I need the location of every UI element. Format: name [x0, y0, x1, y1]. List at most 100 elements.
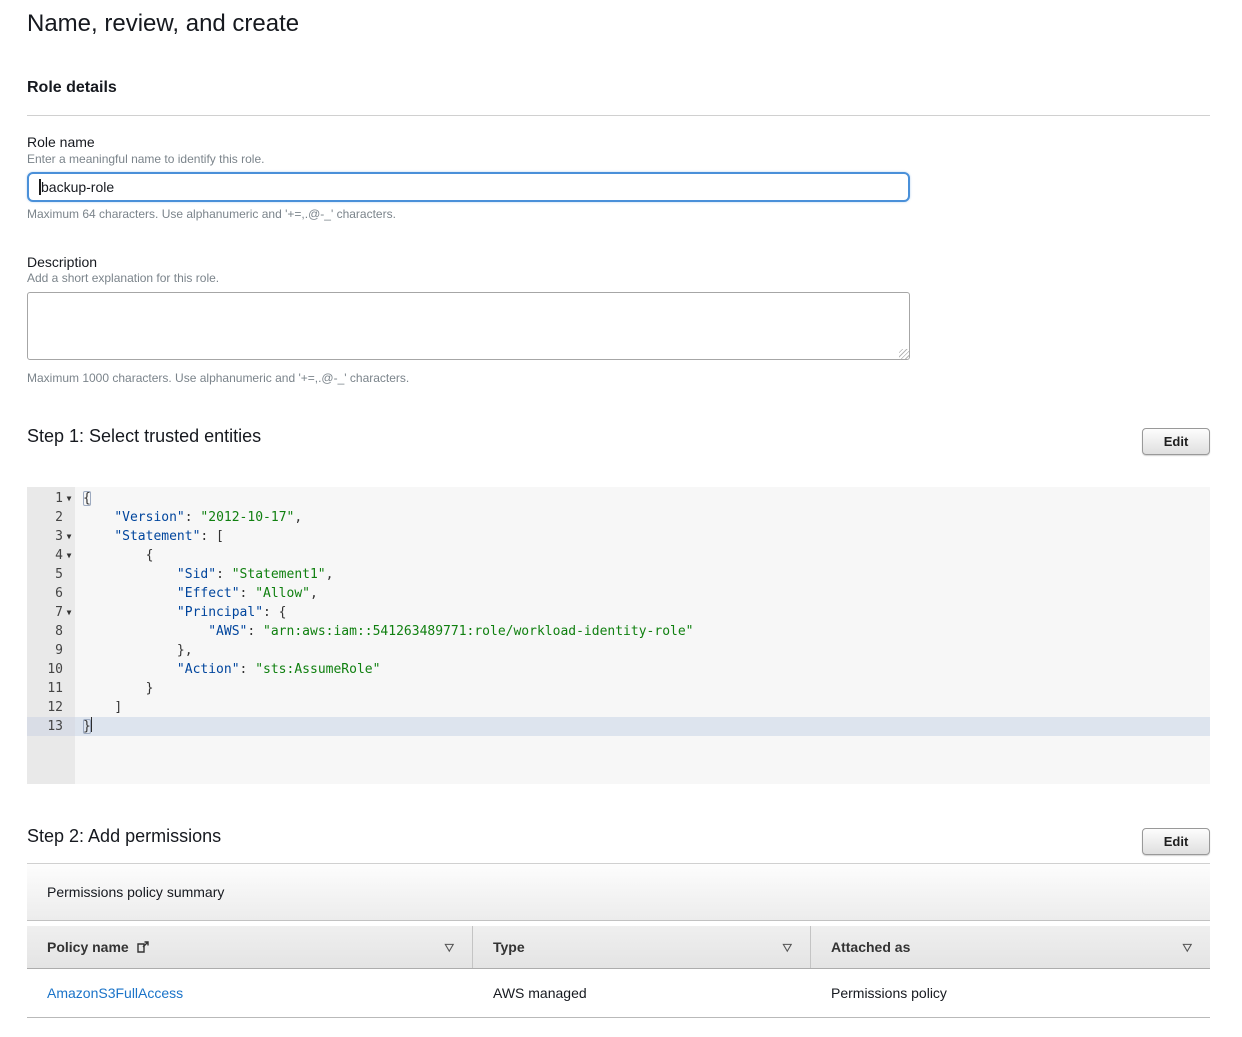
- gutter-cell: 1▼: [27, 489, 75, 508]
- code-line[interactable]: 1▼ {: [27, 489, 1210, 508]
- fold-caret-icon[interactable]: ▼: [63, 603, 75, 622]
- code-token: "Action": [177, 662, 240, 677]
- description-constraint: Maximum 1000 characters. Use alphanumeri…: [27, 371, 409, 385]
- code-token: "sts:AssumeRole": [255, 662, 380, 677]
- code-token: "AWS": [208, 624, 247, 639]
- code-token: "Sid": [177, 567, 216, 582]
- gutter-cell: 6: [27, 584, 75, 603]
- code-token: ,: [294, 510, 302, 525]
- code-line[interactable]: 8 "AWS": "arn:aws:iam::541263489771:role…: [27, 622, 1210, 641]
- divider: [27, 115, 1210, 116]
- code-token: :: [185, 510, 201, 525]
- code-line[interactable]: 6 "Effect": "Allow",: [27, 584, 1210, 603]
- policy-name-link[interactable]: AmazonS3FullAccess: [47, 985, 183, 1001]
- code-text: },: [75, 641, 1210, 660]
- line-number: 5: [55, 565, 63, 584]
- code-text: "AWS": "arn:aws:iam::541263489771:role/w…: [75, 622, 1210, 641]
- role-name-value: backup-role: [41, 179, 114, 195]
- column-header-attached-as[interactable]: Attached as ▽: [810, 926, 1210, 968]
- code-line[interactable]: 13}: [27, 717, 1210, 736]
- column-header-label: Policy name: [47, 939, 129, 955]
- code-line[interactable]: 11 }: [27, 679, 1210, 698]
- column-header-policy-name[interactable]: Policy name ▽: [27, 926, 472, 968]
- gutter-cell: 5: [27, 565, 75, 584]
- code-line[interactable]: 3▼ "Statement": [: [27, 527, 1210, 546]
- role-name-constraint: Maximum 64 characters. Use alphanumeric …: [27, 207, 396, 221]
- sort-icon[interactable]: ▽: [445, 941, 454, 953]
- code-text: "Principal": {: [75, 603, 1210, 622]
- description-label: Description: [27, 254, 97, 270]
- code-token: "Version": [114, 510, 184, 525]
- code-text: {: [75, 546, 1210, 565]
- description-textarea[interactable]: [27, 292, 910, 360]
- code-line[interactable]: 9 },: [27, 641, 1210, 660]
- code-token: {: [146, 548, 154, 563]
- panel-title: Permissions policy summary: [47, 884, 224, 900]
- line-number: 9: [55, 641, 63, 660]
- code-token: :: [216, 567, 232, 582]
- line-number: 3: [55, 527, 63, 546]
- trust-policy-editor[interactable]: 1▼{2 "Version": "2012-10-17",3▼ "Stateme…: [27, 487, 1210, 784]
- code-token: "Statement1": [232, 567, 326, 582]
- description-help: Add a short explanation for this role.: [27, 271, 219, 285]
- code-line[interactable]: 5 "Sid": "Statement1",: [27, 565, 1210, 584]
- gutter-cell: 9: [27, 641, 75, 660]
- fold-caret-icon[interactable]: ▼: [63, 489, 75, 508]
- code-token: }: [146, 681, 154, 696]
- page-title: Name, review, and create: [27, 10, 299, 38]
- table-row: AmazonS3FullAccess AWS managed Permissio…: [27, 969, 1210, 1018]
- role-name-input[interactable]: backup-role: [27, 172, 910, 202]
- sort-icon[interactable]: ▽: [1183, 941, 1192, 953]
- gutter-cell: 7▼: [27, 603, 75, 622]
- code-token: ]: [114, 700, 122, 715]
- resize-handle-icon[interactable]: [899, 349, 909, 359]
- external-link-icon[interactable]: [136, 940, 150, 954]
- sort-icon[interactable]: ▽: [783, 941, 792, 953]
- code-line[interactable]: 10 "Action": "sts:AssumeRole": [27, 660, 1210, 679]
- gutter-cell: 4▼: [27, 546, 75, 565]
- code-token: "Allow": [255, 586, 310, 601]
- code-token: "arn:aws:iam::541263489771:role/workload…: [263, 624, 693, 639]
- fold-caret-icon[interactable]: ▼: [63, 546, 75, 565]
- code-text: }: [75, 679, 1210, 698]
- step1-edit-button[interactable]: Edit: [1142, 428, 1210, 455]
- code-line[interactable]: 7▼ "Principal": {: [27, 603, 1210, 622]
- code-line[interactable]: 12 ]: [27, 698, 1210, 717]
- code-token: :: [240, 662, 256, 677]
- code-text: "Statement": [: [75, 527, 1210, 546]
- line-number: 1: [55, 489, 63, 508]
- role-name-label: Role name: [27, 134, 95, 150]
- code-text: {: [75, 489, 1210, 508]
- editor-caret-icon: [91, 717, 93, 732]
- line-number: 2: [55, 508, 63, 527]
- code-line[interactable]: 4▼ {: [27, 546, 1210, 565]
- code-token: : {: [263, 605, 286, 620]
- line-number: 13: [47, 717, 63, 736]
- editor-code-lines: 1▼{2 "Version": "2012-10-17",3▼ "Stateme…: [27, 489, 1210, 736]
- line-number: 7: [55, 603, 63, 622]
- line-number: 11: [47, 679, 63, 698]
- code-token: "Principal": [177, 605, 263, 620]
- line-number: 4: [55, 546, 63, 565]
- line-number: 8: [55, 622, 63, 641]
- step2-edit-button[interactable]: Edit: [1142, 828, 1210, 855]
- code-line[interactable]: 2 "Version": "2012-10-17",: [27, 508, 1210, 527]
- code-token: :: [247, 624, 263, 639]
- iam-name-review-create-page: Name, review, and create Role details Ro…: [0, 0, 1242, 1037]
- code-token: }: [83, 719, 91, 734]
- code-token: : [: [200, 529, 223, 544]
- gutter-cell: 11: [27, 679, 75, 698]
- policy-table-header: Policy name ▽ Type ▽ Attached as ▽: [27, 926, 1210, 969]
- code-token: {: [83, 491, 91, 506]
- column-header-type[interactable]: Type ▽: [472, 926, 810, 968]
- code-text: "Effect": "Allow",: [75, 584, 1210, 603]
- column-header-label: Type: [493, 939, 525, 955]
- step1-heading: Step 1: Select trusted entities: [27, 426, 261, 447]
- role-details-heading: Role details: [27, 79, 117, 97]
- line-number: 12: [47, 698, 63, 717]
- code-token: ,: [310, 586, 318, 601]
- code-token: "Effect": [177, 586, 240, 601]
- code-text: ]: [75, 698, 1210, 717]
- column-header-label: Attached as: [831, 939, 910, 955]
- fold-caret-icon[interactable]: ▼: [63, 527, 75, 546]
